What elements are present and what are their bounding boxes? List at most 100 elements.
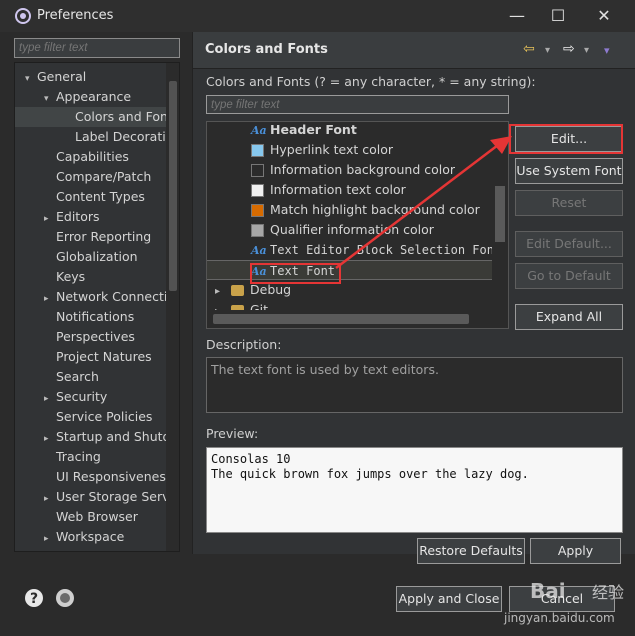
apply-button[interactable]: Apply <box>530 538 621 564</box>
list-horizontal-scrollbar[interactable] <box>207 310 493 328</box>
sidebar-item[interactable]: ▸ Network Connections <box>15 287 179 309</box>
forward-icon[interactable]: ⇨ <box>563 41 575 57</box>
page-title: Colors and Fonts <box>205 42 328 57</box>
view-menu-icon[interactable]: ▾ <box>604 44 610 57</box>
import-export-icon[interactable] <box>55 588 75 608</box>
tree-expand-icon[interactable]: ▸ <box>44 209 56 229</box>
list-vertical-scrollbar[interactable] <box>492 122 508 310</box>
minimize-button[interactable]: — <box>504 6 530 26</box>
list-item-label: Information text color <box>270 182 406 197</box>
sidebar-item[interactable]: Capabilities <box>15 147 167 167</box>
sidebar-item[interactable]: ▸ User Storage Service <box>15 487 179 509</box>
sidebar-item[interactable]: Service Policies <box>15 407 167 427</box>
close-button[interactable]: ✕ <box>591 6 617 26</box>
reset-button[interactable]: Reset <box>515 190 623 216</box>
font-icon: Aa <box>251 124 267 137</box>
list-hscroll-thumb[interactable] <box>213 314 469 324</box>
sidebar-item[interactable]: Project Natures <box>15 347 167 367</box>
restore-defaults-button[interactable]: Restore Defaults <box>417 538 525 564</box>
apply-and-close-button[interactable]: Apply and Close <box>396 586 502 612</box>
category-row[interactable]: ▸ Debug <box>207 280 493 300</box>
sidebar-item[interactable]: Globalization <box>15 247 167 267</box>
sidebar-item-label: User Storage Service <box>56 489 180 504</box>
sidebar-item-label: Service Policies <box>56 409 153 424</box>
list-item[interactable]: Aa Text Editor Block Selection Font <box>207 240 501 260</box>
list-scroll-thumb[interactable] <box>495 186 505 242</box>
list-item[interactable]: Aa Header Font <box>207 122 493 140</box>
list-item[interactable]: Match highlight background color <box>207 200 493 220</box>
list-item-label: Information background color <box>270 162 456 177</box>
font-icon: Aa <box>251 244 267 257</box>
tree-scrollbar[interactable] <box>166 63 179 551</box>
tree-expand-icon[interactable]: ▸ <box>215 282 231 302</box>
sidebar-item[interactable]: Web Browser <box>15 507 167 527</box>
use-system-font-button[interactable]: Use System Font <box>515 158 623 184</box>
tree-expand-icon[interactable]: ▾ <box>44 89 56 109</box>
sidebar-item[interactable]: Label Decorations <box>15 127 179 147</box>
sidebar-item[interactable]: Notifications <box>15 307 167 327</box>
sidebar-item[interactable]: Colors and Fonts <box>15 107 179 127</box>
sidebar-item-label: Startup and Shutdown <box>56 429 179 444</box>
list-item-label: Text Font <box>270 264 336 278</box>
list-item[interactable]: Aa Text Font <box>207 260 493 280</box>
tree-expand-icon[interactable]: ▸ <box>44 429 56 449</box>
tree-expand-icon[interactable]: ▸ <box>44 389 56 409</box>
color-swatch-icon <box>251 224 264 237</box>
svg-text:经验: 经验 <box>592 583 624 602</box>
sidebar-item[interactable]: UI Responsiveness <box>15 467 172 487</box>
sidebar-item[interactable]: ▸ Workspace <box>15 527 167 547</box>
sidebar-item-label: Label Decorations <box>75 129 180 144</box>
svg-text:Bai: Bai <box>530 579 566 603</box>
list-item[interactable]: Qualifier information color <box>207 220 493 240</box>
sidebar-item[interactable]: Content Types <box>15 187 167 207</box>
go-to-default-button[interactable]: Go to Default <box>515 263 623 289</box>
sidebar-item[interactable]: Tracing <box>15 447 167 467</box>
sidebar-item[interactable]: ▾ General <box>15 67 167 87</box>
list-item[interactable]: Hyperlink text color <box>207 140 493 160</box>
description-label: Description: <box>206 337 282 352</box>
edit-default-button[interactable]: Edit Default... <box>515 231 623 257</box>
folder-icon <box>231 285 244 296</box>
list-item-label: Qualifier information color <box>270 222 434 237</box>
tree-scroll-thumb[interactable] <box>169 81 177 291</box>
sidebar-item[interactable]: Error Reporting <box>15 227 167 247</box>
sidebar-item-label: Appearance <box>56 89 132 104</box>
sidebar-item-label: UI Responsiveness <box>56 469 173 484</box>
tree-expand-icon[interactable]: ▸ <box>25 549 37 551</box>
tree-expand-icon[interactable]: ▸ <box>44 489 56 509</box>
edit-button[interactable]: Edit... <box>515 126 623 152</box>
tree-expand-icon[interactable]: ▸ <box>44 529 56 549</box>
sidebar-item[interactable]: Compare/Patch <box>15 167 167 187</box>
preview-box: Consolas 10 The quick brown fox jumps ov… <box>206 447 623 533</box>
maximize-button[interactable]: ☐ <box>545 6 571 26</box>
colors-filter-input[interactable] <box>206 95 509 114</box>
sidebar-item[interactable]: ▸ Security <box>15 387 167 407</box>
tree-expand-icon[interactable]: ▸ <box>44 289 56 309</box>
colors-fonts-tree[interactable]: ▸Git▸DebugAaText FontAaText Editor Block… <box>206 121 509 329</box>
sidebar-item[interactable]: Search <box>15 367 167 387</box>
help-icon[interactable]: ? <box>24 588 44 608</box>
sidebar-filter-input[interactable] <box>14 38 180 58</box>
back-icon[interactable]: ⇦ <box>523 41 535 57</box>
sidebar-item-label: Editors <box>56 209 100 224</box>
sidebar-item[interactable]: Keys <box>15 267 167 287</box>
sidebar-item-label: Project Natures <box>56 349 152 364</box>
color-swatch-icon <box>251 164 264 177</box>
forward-menu-icon[interactable]: ▾ <box>584 45 589 56</box>
preference-tree[interactable]: ▸Ant▸WorkspaceWeb Browser▸User Storage S… <box>14 62 180 552</box>
list-item[interactable]: Information text color <box>207 180 493 200</box>
expand-all-button[interactable]: Expand All <box>515 304 623 330</box>
sidebar-item-label: Security <box>56 389 108 404</box>
list-item[interactable]: Information background color <box>207 160 493 180</box>
sidebar-item[interactable]: ▸Startup and Shutdown <box>15 427 179 449</box>
sidebar-item-label: Error Reporting <box>56 229 152 244</box>
tree-expand-icon[interactable]: ▾ <box>25 69 37 89</box>
sidebar-item[interactable]: ▾ Appearance <box>15 87 167 107</box>
sidebar-item[interactable]: ▸Ant <box>15 547 167 551</box>
sidebar-item-label: Tracing <box>56 449 101 464</box>
sidebar-item-label: Compare/Patch <box>56 169 152 184</box>
back-menu-icon[interactable]: ▾ <box>545 45 550 56</box>
sidebar-item[interactable]: ▸ Editors <box>15 207 167 227</box>
sidebar-item[interactable]: Perspectives <box>15 327 167 347</box>
font-icon: Aa <box>251 265 267 278</box>
